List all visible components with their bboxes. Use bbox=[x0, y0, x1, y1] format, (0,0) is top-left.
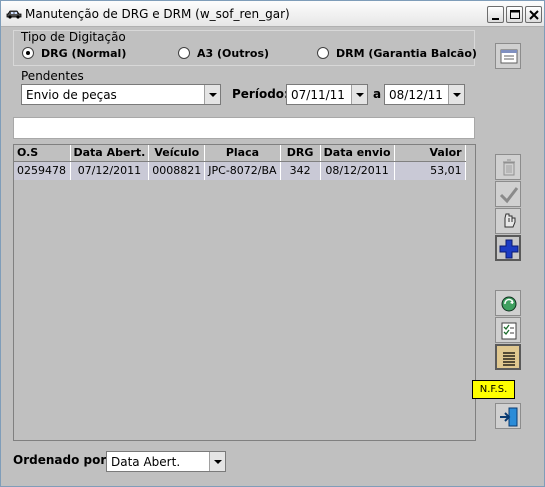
column-header-data-envio[interactable]: Data envio bbox=[320, 145, 395, 162]
refresh-button[interactable] bbox=[495, 290, 521, 316]
plus-icon bbox=[499, 239, 519, 259]
column-header-os[interactable]: O.S bbox=[14, 145, 71, 162]
minimize-icon bbox=[492, 18, 499, 20]
nfs-tooltip: N.F.S. bbox=[472, 380, 515, 399]
refresh-icon bbox=[501, 296, 517, 312]
confirm-button[interactable] bbox=[495, 181, 521, 207]
car-icon bbox=[6, 10, 22, 19]
ordenado-label: Ordenado por : bbox=[13, 453, 116, 467]
maximize-button[interactable] bbox=[506, 6, 523, 23]
ordenado-value: Data Abert. bbox=[111, 455, 181, 469]
window-title: Manutenção de DRG e DRM (w_sof_ren_gar) bbox=[25, 7, 290, 21]
maximize-icon bbox=[510, 10, 520, 19]
checkmark-icon bbox=[499, 187, 519, 204]
hand-pointer-icon bbox=[504, 213, 516, 228]
filter-input[interactable] bbox=[13, 117, 475, 139]
radio-drg-normal-label[interactable]: DRG (Normal) bbox=[41, 47, 126, 60]
radio-drm-garantia-label[interactable]: DRM (Garantia Balcão) bbox=[336, 47, 477, 60]
periodo-separator: a bbox=[373, 87, 382, 101]
exit-door-icon bbox=[500, 407, 518, 427]
cell-drg[interactable]: 342 bbox=[280, 161, 321, 180]
select-button[interactable] bbox=[495, 208, 521, 234]
checklist-icon bbox=[501, 322, 517, 340]
column-header-data-abert[interactable]: Data Abert. bbox=[70, 145, 150, 162]
periodo-from-dropdown[interactable]: 07/11/11 bbox=[286, 84, 368, 105]
list-icon bbox=[500, 49, 518, 64]
cell-valor[interactable]: 53,01 bbox=[394, 161, 466, 180]
chevron-down-icon[interactable] bbox=[448, 85, 464, 104]
trash-icon bbox=[503, 159, 515, 176]
cell-data-abert[interactable]: 07/12/2011 bbox=[70, 161, 150, 180]
text-lines-icon bbox=[503, 352, 515, 366]
pendentes-label: Pendentes bbox=[21, 69, 84, 83]
data-grid[interactable]: O.S Data Abert. Veículo Placa DRG Data e… bbox=[13, 144, 476, 441]
add-button[interactable] bbox=[495, 235, 521, 261]
close-icon bbox=[529, 10, 539, 20]
text-lines-button[interactable] bbox=[495, 344, 521, 370]
pendentes-value: Envio de peças bbox=[26, 88, 117, 102]
cell-data-envio[interactable]: 08/12/2011 bbox=[320, 161, 395, 180]
periodo-to-dropdown[interactable]: 08/12/11 bbox=[384, 84, 465, 105]
periodo-label: Período: bbox=[232, 87, 289, 101]
app-window: Manutenção de DRG e DRM (w_sof_ren_gar) … bbox=[0, 0, 545, 487]
digitacao-group-label: Tipo de Digitação bbox=[21, 30, 126, 44]
periodo-from-value: 07/11/11 bbox=[291, 88, 345, 102]
table-row[interactable]: 0259478 07/12/2011 0008821 JPC-8072/BA 3… bbox=[14, 161, 466, 180]
radio-drg-normal[interactable] bbox=[22, 47, 34, 59]
table-header-row: O.S Data Abert. Veículo Placa DRG Data e… bbox=[14, 145, 466, 162]
pendentes-dropdown[interactable]: Envio de peças bbox=[21, 84, 221, 105]
column-header-placa[interactable]: Placa bbox=[204, 145, 281, 162]
cell-veiculo[interactable]: 0008821 bbox=[148, 161, 206, 180]
ordenado-dropdown[interactable]: Data Abert. bbox=[106, 451, 226, 472]
chevron-down-icon[interactable] bbox=[204, 85, 220, 104]
cell-os[interactable]: 0259478 bbox=[14, 161, 71, 180]
radio-a3-outros-label[interactable]: A3 (Outros) bbox=[197, 47, 269, 60]
title-bar[interactable]: Manutenção de DRG e DRM (w_sof_ren_gar) bbox=[1, 1, 544, 27]
exit-button[interactable] bbox=[495, 403, 521, 429]
minimize-button[interactable] bbox=[487, 6, 504, 23]
column-header-drg[interactable]: DRG bbox=[280, 145, 321, 162]
radio-a3-outros[interactable] bbox=[178, 47, 190, 59]
column-header-veiculo[interactable]: Veículo bbox=[148, 145, 206, 162]
column-header-valor[interactable]: Valor bbox=[394, 145, 466, 162]
chevron-down-icon[interactable] bbox=[209, 452, 225, 471]
data-table: O.S Data Abert. Veículo Placa DRG Data e… bbox=[14, 145, 466, 180]
cell-placa[interactable]: JPC-8072/BA bbox=[204, 161, 281, 180]
chevron-down-icon[interactable] bbox=[351, 85, 367, 104]
radio-drm-garantia[interactable] bbox=[317, 47, 329, 59]
delete-button[interactable] bbox=[495, 154, 521, 180]
checklist-button[interactable] bbox=[495, 317, 521, 343]
list-button[interactable] bbox=[495, 43, 521, 69]
periodo-to-value: 08/12/11 bbox=[389, 88, 443, 102]
close-button[interactable] bbox=[525, 6, 542, 23]
